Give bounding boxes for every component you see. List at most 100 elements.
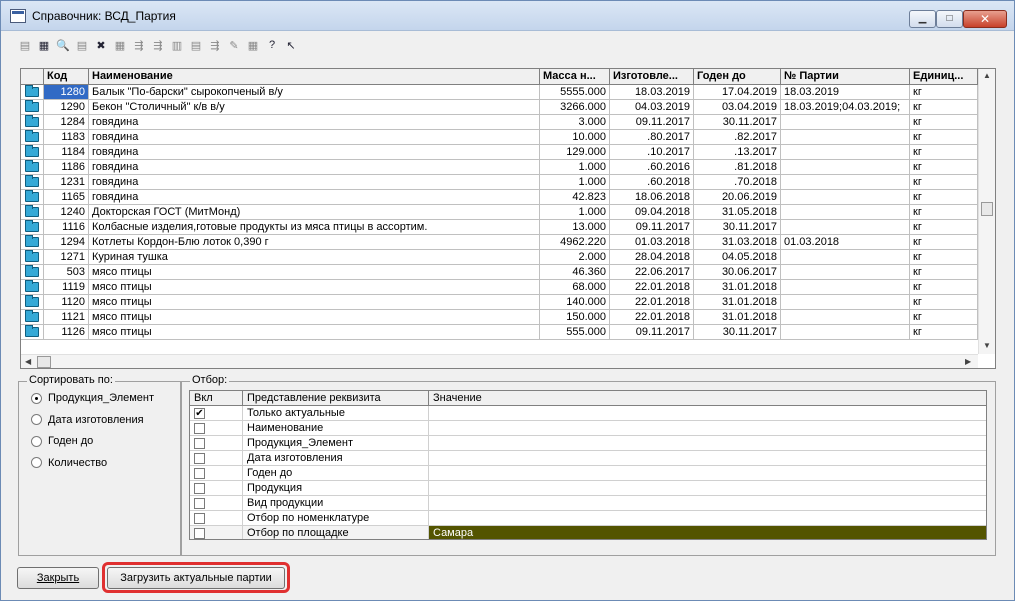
vertical-scrollbar[interactable]: ▲ ▼ [978,69,995,354]
checkbox[interactable] [194,453,205,464]
checkbox[interactable] [194,468,205,479]
table-row[interactable]: 1280 Балык "По-барски" сырокопченый в/у 55… [21,85,978,100]
table-row[interactable]: 1184 говядина 129.000.10.2017.13.2017 кг [21,145,978,160]
new-icon[interactable]: ▤ [17,37,33,53]
table-row[interactable]: 1271 Куриная тушка 2.000 28.04.2018 04.05.20… [21,250,978,265]
horizontal-scroll-thumb[interactable] [37,356,51,368]
tree-icon[interactable]: ▥ [169,37,185,53]
filter-row[interactable]: Отбор по площадке Самара [190,526,986,539]
filter-row[interactable]: Отбор по номенклатуре [190,511,986,526]
grid-column-header[interactable]: Единиц... [910,69,978,85]
filter-value-cell[interactable] [429,451,986,466]
grid-icon[interactable]: ▦ [245,37,261,53]
filter-row[interactable]: Дата изготовления [190,451,986,466]
checkbox[interactable] [194,528,205,539]
move2-icon[interactable]: ⇶ [150,37,166,53]
radio-button-icon[interactable] [31,392,42,404]
checkbox[interactable] [194,438,205,449]
grid-cell [781,265,910,280]
sort-option[interactable]: Годен до [31,433,93,449]
grid-column-header[interactable]: Наименование [89,69,540,85]
filter-row[interactable]: Годен до [190,466,986,481]
list-icon[interactable]: ▦ [112,37,128,53]
scroll-down-icon[interactable]: ▼ [983,341,991,350]
filter-row[interactable]: ✔ Только актуальные [190,406,986,421]
table-row[interactable]: 1240 Докторская ГОСТ (МитМонд) 1.000 09.04.… [21,205,978,220]
table-row[interactable]: 1165 говядина 42.823 18.06.2018 20.06.2019 кг [21,190,978,205]
parties-grid[interactable]: Код Наименование Масса н... Изготовле... Год… [20,68,996,369]
delete-icon[interactable]: ✖ [93,37,109,53]
table-row[interactable]: 1116 Колбасные изделия,готовые продукты и… [21,220,978,235]
maximize-button[interactable]: □ [936,10,963,28]
row-icon-cell [21,115,44,130]
table-row[interactable]: 1290 Бекон "Столичный" к/в в/у 3266.000 04.… [21,100,978,115]
grid-column-header[interactable]: Код [44,69,89,85]
grid-cell: .60.2016 [610,160,694,175]
copy-icon[interactable]: ▤ [74,37,90,53]
filter-value-cell[interactable] [429,406,986,421]
pointer-help-icon[interactable]: ↖ [283,37,299,53]
title-bar[interactable]: Справочник: ВСД_Партия ▁ □ ✕ [1,1,1014,31]
table-row[interactable]: 1284 говядина 3.000 09.11.2017 30.11.2017 кг [21,115,978,130]
grid-column-header[interactable]: Масса н... [540,69,610,85]
table-row[interactable]: 1119 мясо птицы 68.000 22.01.2018 31.01.2018… [21,280,978,295]
grid-cell: 42.823 [540,190,610,205]
grid-cell: кг [910,220,978,235]
filter-value-cell[interactable] [429,466,986,481]
sort-option[interactable]: Продукция_Элемент [31,390,154,406]
help-icon[interactable]: ? [264,37,280,53]
scroll-right-icon[interactable]: ▶ [965,357,971,366]
filter-row[interactable]: Наименование [190,421,986,436]
minimize-button[interactable]: ▁ [909,10,936,28]
filter-value-cell[interactable] [429,436,986,451]
sort-icon[interactable]: ⇶ [207,37,223,53]
filter-group: Отбор: Вкл Представление реквизита Значени… [181,374,996,556]
checkbox[interactable] [194,483,205,494]
grid-cell: 1119 [44,280,89,295]
checkbox[interactable] [194,423,205,434]
checkbox[interactable] [194,513,205,524]
grid-cell: 1184 [44,145,89,160]
grid-column-header[interactable]: Годен до [694,69,781,85]
edit2-icon[interactable]: ✎ [226,37,242,53]
checkbox[interactable] [194,498,205,509]
filter-row[interactable]: Продукция [190,481,986,496]
sort-option[interactable]: Количество [31,455,107,471]
radio-button-icon[interactable] [31,457,42,468]
sort-option[interactable]: Дата изготовления [31,412,144,428]
filter-row[interactable]: Вид продукции [190,496,986,511]
grid-cell: 04.03.2019 [610,100,694,115]
close-button[interactable]: Закрыть [17,567,99,589]
vertical-scroll-thumb[interactable] [981,202,993,216]
table-row[interactable]: 1186 говядина 1.000.60.2016.81.2018 кг [21,160,978,175]
find-icon[interactable]: 🔍 [55,37,71,53]
table-row[interactable]: 1294 Котлеты Кордон-Блю лоток 0,390 г 4962… [21,235,978,250]
filter-value-cell[interactable] [429,421,986,436]
level-icon[interactable]: ▤ [188,37,204,53]
table-row[interactable]: 1183 говядина 10.000.80.2017.82.2017 кг [21,130,978,145]
scroll-left-icon[interactable]: ◀ [25,357,31,366]
table-row[interactable]: 1126 мясо птицы 555.000 09.11.2017 30.11.201… [21,325,978,340]
scroll-up-icon[interactable]: ▲ [983,71,991,80]
table-row[interactable]: 1121 мясо птицы 150.000 22.01.2018 31.01.201… [21,310,978,325]
checkbox[interactable]: ✔ [194,408,205,419]
filter-column-header[interactable]: Вкл [190,391,243,406]
table-row[interactable]: 503 мясо птицы 46.360 22.06.2017 30.06.2017 к… [21,265,978,280]
grid-column-header[interactable]: № Партии [781,69,910,85]
filter-value-cell[interactable]: Самара [429,526,986,539]
filter-column-header[interactable]: Представление реквизита [243,391,429,406]
grid-column-header[interactable]: Изготовле... [610,69,694,85]
horizontal-scrollbar[interactable]: ◀ ▶ [21,354,978,368]
close-window-button[interactable]: ✕ [963,10,1007,28]
filter-row[interactable]: Продукция_Элемент [190,436,986,451]
filter-column-header[interactable]: Значение [429,391,986,406]
filter-value-cell[interactable] [429,481,986,496]
move-icon[interactable]: ⇶ [131,37,147,53]
table-row[interactable]: 1120 мясо птицы 140.000 22.01.2018 31.01.201… [21,295,978,310]
radio-button-icon[interactable] [31,435,42,447]
filter-value-cell[interactable] [429,511,986,526]
filter-value-cell[interactable] [429,496,986,511]
table-row[interactable]: 1231 говядина 1.000.60.2018.70.2018 кг [21,175,978,190]
edit-icon[interactable]: ▦ [36,37,52,53]
radio-button-icon[interactable] [31,414,42,425]
